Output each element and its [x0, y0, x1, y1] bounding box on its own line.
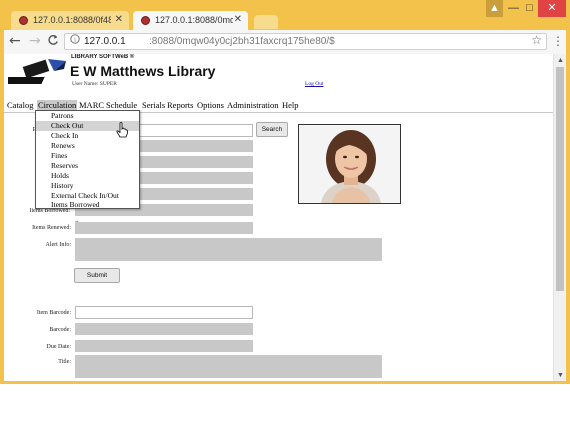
barcode-label: Barcode:	[49, 327, 71, 333]
search-button[interactable]: Search	[256, 122, 288, 137]
browser-toolbar: ← → i 127.0.0.1 :8088/0mqw04y0cj2bh31fax…	[4, 30, 566, 54]
dropdown-item-renews[interactable]: Renews	[36, 141, 139, 151]
patron-photo	[298, 124, 401, 204]
close-window-button[interactable]: ✕	[538, 0, 566, 17]
patron-field-1	[140, 140, 253, 152]
menu-catalog[interactable]: Catalog	[7, 100, 33, 110]
brand-text: LIBRARY SOFTWeB ®	[71, 54, 135, 60]
hand-cursor-icon	[116, 122, 128, 138]
menu-schedule[interactable]: Schedule	[106, 100, 137, 110]
user-name: User Name: SUPER	[72, 81, 117, 87]
alert-info-textarea	[75, 238, 382, 261]
svg-text:i: i	[74, 37, 76, 44]
scrollbar-thumb[interactable]	[556, 67, 564, 291]
favicon-icon	[141, 16, 150, 25]
browser-window: 127.0.0.1:8088/0f48s2n1 ✕ 127.0.0.1:8088…	[0, 0, 570, 384]
info-icon[interactable]: i	[70, 34, 80, 49]
back-arrow-icon[interactable]: ←	[9, 34, 21, 48]
alert-info-label: Alert Info:	[45, 242, 72, 248]
items-renewed-field	[75, 222, 253, 234]
bookmark-star-icon[interactable]: ☆	[531, 33, 542, 48]
barcode-field	[75, 323, 253, 335]
user-profile-icon[interactable]: ▲	[486, 0, 503, 17]
forward-arrow-icon[interactable]: →	[29, 34, 41, 48]
tab-title: 127.0.0.1:8088/0mqw04y	[155, 15, 233, 25]
page-viewport: LIBRARY SOFTWeB ® E W Matthews Library U…	[4, 54, 553, 381]
scroll-up-arrow-icon[interactable]: ▲	[557, 56, 564, 64]
items-renewed-label: Items Renewed:	[32, 225, 71, 231]
due-date-field	[75, 340, 253, 352]
reload-icon[interactable]	[47, 34, 59, 50]
title-label: Title:	[58, 359, 71, 365]
patron-label: P	[4, 127, 36, 133]
menu-help[interactable]: Help	[282, 100, 299, 110]
due-date-label: Due Date:	[46, 344, 72, 350]
patron-search-input[interactable]	[136, 124, 253, 137]
info-circle-glyph: i	[70, 34, 80, 44]
reload-icon-glyph	[48, 35, 58, 45]
patron-field-3	[140, 172, 253, 184]
menu-circulation[interactable]: Circulation	[37, 100, 78, 110]
logout-link[interactable]: Log Out	[305, 81, 324, 87]
library-name: E W Matthews Library	[70, 63, 216, 79]
menu-serials[interactable]: Serials	[142, 100, 165, 110]
title-field	[75, 355, 382, 378]
dropdown-item-holds[interactable]: Holds	[36, 171, 139, 181]
url-host: 127.0.0.1	[84, 36, 126, 47]
scroll-down-arrow-icon[interactable]: ▼	[557, 371, 564, 379]
submit-button[interactable]: Submit	[74, 268, 120, 283]
item-barcode-input[interactable]	[75, 306, 253, 319]
dropdown-item-reserves[interactable]: Reserves	[36, 161, 139, 171]
menu-options[interactable]: Options	[197, 100, 224, 110]
favicon-icon	[19, 16, 28, 25]
dropdown-item-fines[interactable]: Fines	[36, 151, 139, 161]
close-tab-icon[interactable]: ✕	[234, 14, 242, 25]
dropdown-item-history[interactable]: History	[36, 181, 139, 191]
browser-tab-1[interactable]: 127.0.0.1:8088/0f48s2n1 ✕	[11, 11, 129, 31]
minimize-button[interactable]: —	[506, 0, 521, 17]
browser-tab-2-active[interactable]: 127.0.0.1:8088/0mqw04y ✕	[133, 11, 248, 31]
item-barcode-label: Item Barcode:	[36, 310, 71, 316]
menu-marc[interactable]: MARC	[79, 100, 104, 110]
vertical-scrollbar[interactable]: ▲ ▼	[553, 54, 566, 381]
patron-field-2	[140, 156, 253, 168]
address-bar[interactable]: i 127.0.0.1 :8088/0mqw04y0cj2bh31faxcrq1…	[64, 33, 547, 50]
dropdown-item-patrons[interactable]: Patrons	[36, 111, 139, 121]
browser-menu-icon[interactable]: ⋮	[552, 34, 564, 48]
library-logo	[8, 59, 66, 84]
menu-administration[interactable]: Administration	[227, 100, 278, 110]
patron-photo-image	[299, 125, 400, 203]
tab-title: 127.0.0.1:8088/0f48s2n1	[33, 15, 111, 25]
patron-field-4	[140, 188, 253, 200]
menu-reports[interactable]: Reports	[167, 100, 193, 110]
tab-strip: 127.0.0.1:8088/0f48s2n1 ✕ 127.0.0.1:8088…	[0, 0, 570, 31]
dropdown-item-items-borrowed[interactable]: Items Borrowed	[36, 200, 139, 210]
url-path: :8088/0mqw04y0cj2bh31faxcrq175he80/$	[149, 36, 335, 47]
close-tab-icon[interactable]: ✕	[115, 14, 123, 25]
maximize-button[interactable]: □	[522, 0, 537, 17]
new-tab-button[interactable]	[254, 15, 278, 29]
